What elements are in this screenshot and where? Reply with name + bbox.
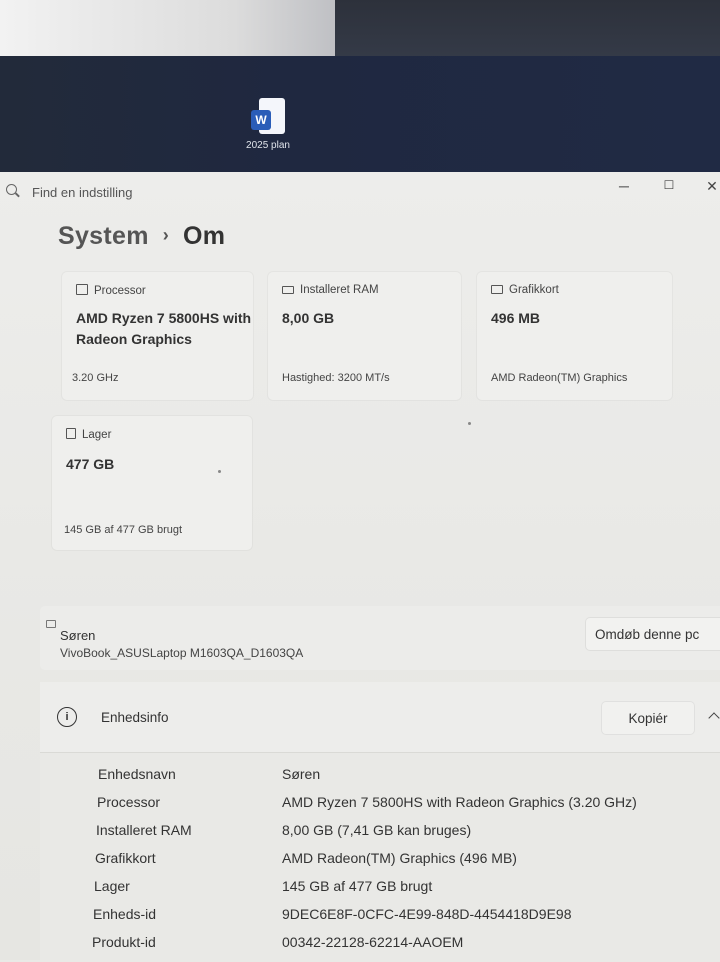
spec-label: Produkt-id: [92, 934, 156, 950]
device-name: Søren: [60, 628, 96, 643]
spec-value: Søren: [282, 766, 321, 782]
search-icon: [6, 184, 17, 195]
desktop-file-2025-plan[interactable]: W 2025 plan: [240, 98, 296, 151]
breadcrumb: System › Om: [58, 222, 225, 251]
ram-card: Installeret RAM 8,00 GB Hastighed: 3200 …: [268, 272, 461, 400]
card-header: Lager: [82, 429, 112, 441]
search-input[interactable]: [32, 182, 472, 202]
card-subtext: 3.20 GHz: [72, 372, 119, 384]
screen-speck: [218, 470, 221, 473]
spec-value: AMD Radeon(TM) Graphics (496 MB): [282, 850, 517, 866]
spec-row-product-id: Produkt-id 00342-22128-62214-AAOEM: [40, 934, 720, 962]
card-header: Grafikkort: [509, 284, 559, 296]
close-button[interactable]: ✕: [700, 178, 720, 195]
spec-row-processor: Processor AMD Ryzen 7 5800HS with Radeon…: [40, 794, 720, 822]
spec-value: 145 GB af 477 GB brugt: [282, 878, 433, 894]
spec-label: Enhedsnavn: [98, 766, 176, 782]
device-info-header[interactable]: i Enhedsinfo Kopiér: [40, 682, 720, 753]
rename-pc-button[interactable]: Omdøb denne pc: [586, 618, 720, 650]
settings-window: ─ ☐ ✕ System › Om Processor AMD Ryzen 7 58…: [0, 172, 720, 960]
screen-glare: [0, 0, 335, 56]
memory-icon: [282, 286, 294, 294]
desktop-file-label: 2025 plan: [246, 140, 290, 151]
storage-card: Lager 477 GB 145 GB af 477 GB brugt: [52, 416, 252, 550]
spec-row-device-id: Enheds-id 9DEC6E8F-0CFC-4E99-848D-445441…: [40, 906, 720, 934]
laptop-icon: [46, 620, 56, 628]
graphics-card: Grafikkort 496 MB AMD Radeon(TM) Graphic…: [477, 272, 672, 400]
spec-label: Processor: [97, 794, 161, 810]
spec-value: 9DEC6E8F-0CFC-4E99-848D-4454418D9E98: [282, 906, 572, 922]
spec-label: Enheds-id: [93, 906, 157, 922]
search-bar[interactable]: [0, 172, 490, 210]
card-subtext: Hastighed: 3200 MT/s: [282, 372, 390, 384]
spec-row-device-name: Enhedsnavn Søren: [40, 766, 720, 794]
spec-row-installed-ram: Installeret RAM 8,00 GB (7,41 GB kan bru…: [40, 822, 720, 850]
graphics-card-icon: [491, 285, 503, 294]
spec-value: AMD Ryzen 7 5800HS with Radeon Graphics …: [282, 794, 637, 810]
page-title: Om: [183, 222, 226, 250]
card-header: Installeret RAM: [300, 284, 379, 296]
card-subtext: AMD Radeon(TM) Graphics: [491, 372, 628, 384]
device-name-section: Søren VivoBook_ASUSLaptop M1603QA_D1603Q…: [40, 606, 720, 670]
spec-label: Lager: [94, 878, 130, 894]
chevron-up-icon[interactable]: [708, 712, 720, 724]
word-icon: W: [251, 98, 285, 136]
card-subtext: 145 GB af 477 GB brugt: [64, 524, 183, 536]
copy-button[interactable]: Kopiér: [602, 702, 694, 734]
spec-row-graphics: Grafikkort AMD Radeon(TM) Graphics (496 …: [40, 850, 720, 878]
storage-icon: [66, 428, 76, 439]
device-info-panel: i Enhedsinfo Kopiér Enhedsnavn Søren Pro…: [40, 682, 720, 960]
card-value: 8,00 GB: [282, 310, 335, 326]
spec-row-storage: Lager 145 GB af 477 GB brugt: [40, 878, 720, 906]
info-icon: i: [57, 707, 77, 727]
desktop-background: W 2025 plan: [0, 0, 720, 172]
spec-label: Installeret RAM: [96, 822, 192, 838]
breadcrumb-parent[interactable]: System: [58, 222, 149, 250]
card-value: 496 MB: [491, 310, 541, 326]
spec-value: 00342-22128-62214-AAOEM: [282, 934, 464, 950]
desktop-dark-area: [335, 0, 720, 56]
breadcrumb-separator-icon: ›: [162, 225, 170, 245]
processor-card: Processor AMD Ryzen 7 5800HS with Radeon…: [62, 272, 253, 400]
desktop-wallpaper: [0, 56, 720, 172]
device-model: VivoBook_ASUSLaptop M1603QA_D1603QA: [60, 646, 304, 660]
spec-value: 8,00 GB (7,41 GB kan bruges): [282, 822, 472, 838]
card-value: AMD Ryzen 7 5800HS with Radeon Graphics: [76, 310, 252, 347]
maximize-button[interactable]: ☐: [657, 178, 681, 192]
device-info-title: Enhedsinfo: [101, 710, 169, 725]
screen-speck: [468, 422, 471, 425]
spec-label: Grafikkort: [95, 850, 156, 866]
minimize-button[interactable]: ─: [612, 178, 636, 194]
processor-icon: [76, 284, 88, 295]
card-header: Processor: [94, 285, 146, 297]
